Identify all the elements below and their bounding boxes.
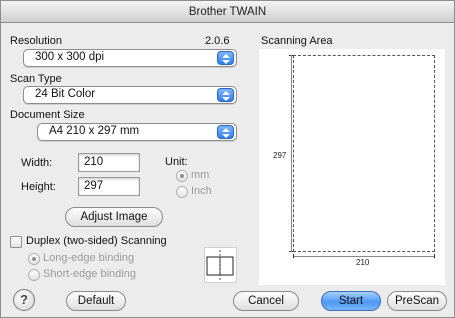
height-label: Height: bbox=[21, 181, 56, 193]
short-edge-label: Short-edge binding bbox=[43, 268, 136, 280]
unit-inch-radio[interactable] bbox=[176, 186, 188, 198]
short-edge-radio[interactable] bbox=[28, 269, 40, 281]
scanning-area-label: Scanning Area bbox=[261, 35, 333, 47]
help-icon[interactable]: ? bbox=[13, 289, 35, 311]
resolution-popup[interactable]: 300 x 300 dpi bbox=[23, 49, 237, 67]
width-tick-left bbox=[293, 254, 294, 258]
version-text: 2.0.6 bbox=[205, 35, 230, 47]
unit-mm-label: mm bbox=[191, 169, 210, 181]
dialog-body: Resolution 2.0.6 300 x 300 dpi Scan Type… bbox=[1, 23, 454, 317]
resolution-value: 300 x 300 dpi bbox=[35, 51, 105, 63]
document-size-label: Document Size bbox=[10, 109, 85, 121]
unit-mm-radio[interactable] bbox=[176, 170, 188, 182]
width-tick-right bbox=[434, 254, 435, 258]
adjust-image-button[interactable]: Adjust Image bbox=[65, 207, 163, 227]
popup-arrow-icon bbox=[217, 125, 234, 139]
document-size-popup[interactable]: A4 210 x 297 mm bbox=[37, 123, 237, 141]
duplex-binding-icon bbox=[204, 247, 237, 283]
width-ruler-line bbox=[293, 256, 435, 257]
scan-type-popup[interactable]: 24 Bit Color bbox=[23, 86, 237, 104]
resolution-label: Resolution bbox=[10, 35, 62, 47]
long-edge-radio[interactable] bbox=[28, 253, 40, 265]
cancel-button[interactable]: Cancel bbox=[233, 291, 299, 311]
window-title: Brother TWAIN bbox=[1, 1, 454, 23]
width-field[interactable]: 210 bbox=[78, 153, 140, 172]
height-field[interactable]: 297 bbox=[78, 177, 140, 196]
scanning-area-panel[interactable]: 297 210 bbox=[259, 49, 445, 285]
twain-dialog-window: Brother TWAIN Resolution 2.0.6 300 x 300… bbox=[0, 0, 455, 318]
height-ruler-line bbox=[291, 55, 292, 252]
scan-area-frame[interactable] bbox=[293, 55, 435, 252]
width-label: Width: bbox=[21, 157, 53, 169]
long-edge-label: Long-edge binding bbox=[43, 252, 135, 264]
duplex-checkbox[interactable] bbox=[10, 236, 22, 248]
document-size-value: A4 210 x 297 mm bbox=[49, 125, 140, 137]
duplex-label: Duplex (two-sided) Scanning bbox=[26, 235, 167, 247]
start-button[interactable]: Start bbox=[321, 291, 381, 311]
default-button[interactable]: Default bbox=[66, 291, 126, 311]
width-tick-label: 210 bbox=[356, 258, 370, 267]
height-tick-label: 297 bbox=[273, 151, 287, 160]
scan-type-label: Scan Type bbox=[10, 73, 62, 85]
popup-arrow-icon bbox=[217, 51, 234, 65]
scan-type-value: 24 Bit Color bbox=[35, 88, 96, 100]
popup-arrow-icon bbox=[217, 88, 234, 102]
prescan-button[interactable]: PreScan bbox=[387, 291, 447, 311]
unit-inch-label: Inch bbox=[191, 185, 212, 197]
unit-label: Unit: bbox=[165, 156, 188, 168]
